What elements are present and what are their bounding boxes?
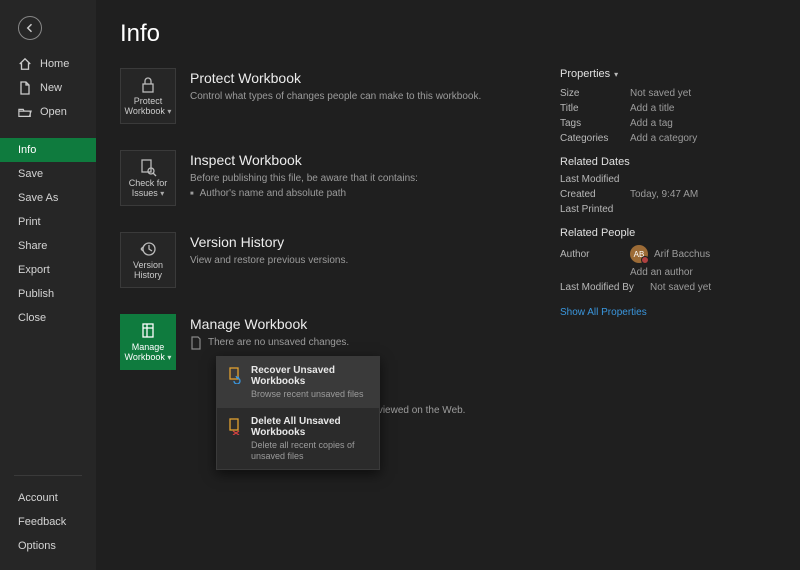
properties-header[interactable]: Properties▾ [560, 68, 776, 80]
nav-print[interactable]: Print [0, 210, 96, 234]
arrow-left-icon [24, 22, 36, 34]
nav-open[interactable]: Open [0, 100, 96, 124]
nav-home[interactable]: Home [0, 52, 96, 76]
nav-new[interactable]: New [0, 76, 96, 100]
property-row: TitleAdd a title [560, 103, 776, 114]
nav-label: New [40, 82, 62, 94]
property-row: Last Printed [560, 204, 776, 215]
version-history-section: Version History Version History View and… [120, 232, 532, 288]
property-row: CategoriesAdd a category [560, 133, 776, 144]
chevron-down-icon: ▾ [160, 189, 164, 198]
nav-publish[interactable]: Publish [0, 282, 96, 306]
menu-item-desc: Browse recent unsaved files [251, 389, 369, 400]
nav-share[interactable]: Share [0, 234, 96, 258]
section-desc: Before publishing this file, be aware th… [190, 172, 418, 186]
version-history-button[interactable]: Version History [120, 232, 176, 288]
main-panel: Info Protect Workbook ▾ Protect Workbook… [96, 0, 800, 570]
nav-label: Account [18, 492, 58, 504]
chevron-down-icon: ▾ [167, 353, 171, 362]
manage-workbook-menu: Recover Unsaved Workbooks Browse recent … [216, 356, 380, 470]
nav-label: Save [18, 168, 43, 180]
related-dates-header: Related Dates [560, 156, 776, 168]
section-desc: View and restore previous versions. [190, 254, 348, 268]
section-title: Protect Workbook [190, 70, 481, 86]
inspect-bullet: Author's name and absolute path [190, 188, 418, 199]
add-author-row[interactable]: Add an author [560, 267, 776, 278]
nav-feedback[interactable]: Feedback [14, 510, 82, 534]
delete-icon [227, 417, 243, 462]
nav-label: Print [18, 216, 41, 228]
avatar[interactable]: AB [630, 245, 648, 263]
section-desc: Control what types of changes people can… [190, 90, 481, 104]
nav-options[interactable]: Options [14, 534, 82, 558]
page-title: Info [120, 20, 776, 48]
folder-open-icon [18, 105, 32, 119]
author-name: Arif Bacchus [654, 249, 710, 260]
last-modified-by-row: Last Modified ByNot saved yet [560, 282, 776, 293]
nav-account[interactable]: Account [14, 486, 82, 510]
show-all-properties-link[interactable]: Show All Properties [560, 307, 647, 318]
workbook-icon [138, 321, 158, 341]
protect-section: Protect Workbook ▾ Protect Workbook Cont… [120, 68, 532, 124]
nav-label: Home [40, 58, 69, 70]
nav-label: Publish [18, 288, 54, 300]
recover-icon [227, 366, 243, 400]
menu-item-title: Delete All Unsaved Workbooks [251, 416, 369, 438]
recover-unsaved-workbooks-item[interactable]: Recover Unsaved Workbooks Browse recent … [217, 357, 379, 408]
back-button[interactable] [18, 16, 42, 40]
chevron-down-icon: ▾ [167, 107, 171, 116]
delete-all-unsaved-workbooks-item[interactable]: Delete All Unsaved Workbooks Delete all … [217, 408, 379, 470]
file-icon [18, 81, 32, 95]
nav-label: Options [18, 540, 56, 552]
check-for-issues-button[interactable]: Check for Issues ▾ [120, 150, 176, 206]
nav-label: Feedback [18, 516, 66, 528]
property-row: Last Modified [560, 174, 776, 185]
inspect-icon [138, 157, 158, 177]
property-row: TagsAdd a tag [560, 118, 776, 129]
properties-panel: Properties▾ SizeNot saved yet TitleAdd a… [560, 68, 776, 370]
section-title: Manage Workbook [190, 316, 349, 332]
backstage-sidebar: Home New Open Info Save Save As Print Sh… [0, 0, 96, 570]
nav-export[interactable]: Export [0, 258, 96, 282]
manage-workbook-button[interactable]: Manage Workbook ▾ [120, 314, 176, 370]
menu-item-title: Recover Unsaved Workbooks [251, 365, 369, 387]
section-title: Inspect Workbook [190, 152, 418, 168]
nav-close[interactable]: Close [0, 306, 96, 330]
nav-label: Info [18, 144, 36, 156]
nav-label: Export [18, 264, 50, 276]
nav-label: Close [18, 312, 46, 324]
chevron-down-icon: ▾ [614, 70, 618, 79]
history-icon [138, 239, 158, 259]
property-row: SizeNot saved yet [560, 88, 776, 99]
author-row: Author AB Arif Bacchus [560, 245, 776, 263]
nav-label: Open [40, 106, 67, 118]
nav-save-as[interactable]: Save As [0, 186, 96, 210]
menu-item-desc: Delete all recent copies of unsaved file… [251, 440, 369, 462]
nav-save[interactable]: Save [0, 162, 96, 186]
property-row: CreatedToday, 9:47 AM [560, 189, 776, 200]
section-title: Version History [190, 234, 348, 250]
protect-workbook-button[interactable]: Protect Workbook ▾ [120, 68, 176, 124]
nav-info[interactable]: Info [0, 138, 96, 162]
section-desc: There are no unsaved changes. [190, 336, 349, 350]
nav-label: Share [18, 240, 47, 252]
home-icon [18, 57, 32, 71]
lock-icon [138, 75, 158, 95]
inspect-section: Check for Issues ▾ Inspect Workbook Befo… [120, 150, 532, 206]
document-icon [190, 336, 202, 350]
related-people-header: Related People [560, 227, 776, 239]
nav-label: Save As [18, 192, 58, 204]
